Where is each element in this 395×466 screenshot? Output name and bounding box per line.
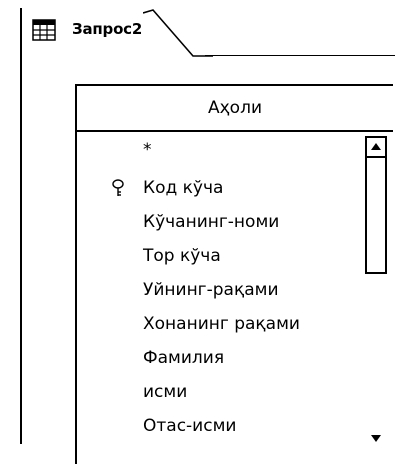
- field-label: Отас-исми: [143, 416, 237, 436]
- field-label: Тор кўча: [143, 246, 221, 266]
- field-tor-kucha[interactable]: Тор кўча: [77, 238, 357, 274]
- tab-query2[interactable]: Запрос2: [30, 8, 213, 57]
- primary-key-icon: [112, 179, 124, 196]
- vertical-scrollbar[interactable]: [361, 136, 389, 466]
- window-left-border: [20, 8, 22, 444]
- arrow-up-icon: [371, 143, 381, 150]
- field-label: Фамилия: [143, 348, 225, 368]
- field-label: исми: [143, 382, 188, 402]
- field-label: Хонанинг рақами: [143, 314, 300, 334]
- scroll-up-button[interactable]: [365, 136, 387, 158]
- field-label: Кўчанинг-номи: [143, 212, 280, 232]
- field-otas-ismi[interactable]: Отас-исми: [77, 408, 357, 444]
- field-ismi[interactable]: исми: [77, 374, 357, 410]
- tab-query2-label: Запрос2: [72, 20, 143, 38]
- arrow-down-icon[interactable]: [369, 431, 383, 445]
- field-label: Код кўча: [143, 178, 224, 198]
- field-xonaning-raqami[interactable]: Хонанинг рақами: [77, 306, 357, 342]
- field-familiya[interactable]: Фамилия: [77, 340, 357, 376]
- clipped-caption: [0, 0, 395, 8]
- field-label: *: [143, 140, 152, 160]
- field-kod-kucha[interactable]: Код кўча: [77, 170, 357, 206]
- field-all[interactable]: *: [77, 132, 357, 168]
- field-label: Уйнинг-рақами: [143, 280, 279, 300]
- query-grid-icon: [32, 19, 56, 41]
- scrollbar-thumb[interactable]: [365, 158, 387, 274]
- tab-edge: [143, 9, 213, 57]
- table-title[interactable]: Аҳоли: [77, 86, 393, 132]
- tab-bar-baseline: [205, 55, 395, 56]
- field-kuchaning-nomi[interactable]: Кўчанинг-номи: [77, 204, 357, 240]
- field-uyning-raqami[interactable]: Уйнинг-рақами: [77, 272, 357, 308]
- table-field-list-ahoLi[interactable]: Аҳоли * Код кўча Кўчанинг-номи Тор кўча …: [75, 84, 393, 464]
